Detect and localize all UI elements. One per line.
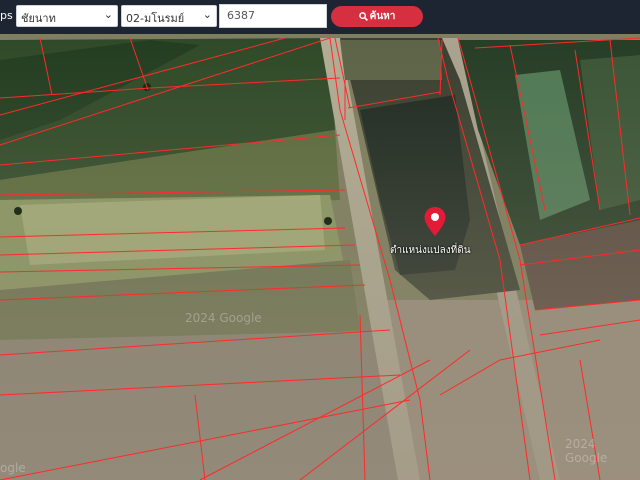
chevron-down-icon: ⌄ — [103, 8, 113, 21]
district-select[interactable]: 02-มโนรมย์ ⌄ — [121, 5, 217, 27]
province-value: ชัยนาท — [21, 12, 56, 25]
search-icon — [358, 12, 368, 21]
province-select[interactable]: ชัยนาท ⌄ — [16, 5, 118, 27]
map-watermark: ogle — [0, 461, 26, 475]
brand-text: ps — [0, 9, 13, 22]
map-watermark: 2024 Google — [185, 311, 262, 325]
top-toolbar: ps ชัยนาท ⌄ 02-มโนรมย์ ⌄ 6387 ค้นหา — [0, 0, 640, 34]
parcel-number-input[interactable]: 6387 — [219, 4, 327, 28]
satellite-map[interactable] — [0, 34, 640, 480]
chevron-down-icon: ⌄ — [202, 8, 212, 21]
map-marker-icon[interactable] — [423, 206, 447, 242]
search-button-label: ค้นหา — [369, 11, 396, 22]
map-watermark: 2024 Google — [565, 437, 608, 465]
marker-label: ตำแหน่งแปลงที่ดิน — [390, 245, 471, 256]
parcel-number-value: 6387 — [227, 9, 255, 22]
district-value: 02-มโนรมย์ — [126, 12, 185, 25]
search-button[interactable]: ค้นหา — [331, 6, 423, 27]
